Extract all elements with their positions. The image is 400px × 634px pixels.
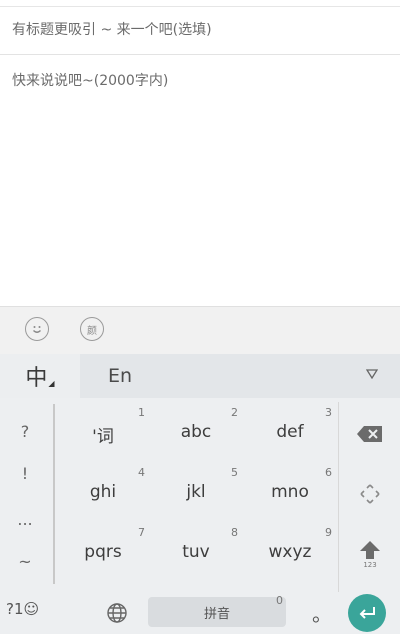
expression-icon[interactable]: 颜 xyxy=(80,317,104,341)
title-input[interactable] xyxy=(0,7,400,53)
period-key[interactable]: 。 xyxy=(312,598,332,627)
key-label: abc xyxy=(180,422,212,442)
space-number: 0 xyxy=(276,594,283,607)
shift-icon[interactable]: 123 xyxy=(339,524,400,584)
key-label: tuv xyxy=(182,542,210,562)
lang-cn-label: 中 xyxy=(25,366,48,391)
key-label: '词 xyxy=(92,427,114,447)
keyboard-top-bar: 中 ◢ En xyxy=(0,354,400,398)
key-number: 6 xyxy=(325,466,332,479)
symbol-tilde[interactable]: ~ xyxy=(0,552,50,571)
lang-cn-corner: ◢ xyxy=(48,378,55,388)
symbol-question[interactable]: ? xyxy=(0,422,50,441)
ime-keyboard: 中 ◢ En ? ! ... ~ '词 1 abc 2 def 3 ghi 4 j… xyxy=(0,354,400,634)
key-number: 9 xyxy=(325,526,332,539)
key-4[interactable]: ghi 4 xyxy=(55,464,151,524)
key-label: ghi xyxy=(89,482,117,502)
shift-sub-label: 123 xyxy=(363,560,377,569)
expression-label: 颜 xyxy=(87,325,97,337)
keyboard-bottom-row: ?1☺ 拼音 0 。 xyxy=(0,592,400,634)
key-number: 1 xyxy=(138,406,145,419)
key-number: 7 xyxy=(138,526,145,539)
key-3[interactable]: def 3 xyxy=(242,404,338,464)
key-1[interactable]: '词 1 xyxy=(55,404,151,464)
space-label: 拼音 xyxy=(203,606,230,622)
symbol-exclaim[interactable]: ! xyxy=(0,464,50,483)
triangle-down-icon[interactable] xyxy=(365,368,379,382)
space-key[interactable]: 拼音 xyxy=(148,597,286,627)
symbol-ellipsis[interactable]: ... xyxy=(0,510,50,529)
symbol-column: ? ! ... ~ xyxy=(0,402,52,592)
key-7[interactable]: pqrs 7 xyxy=(55,524,151,584)
key-label: mno xyxy=(271,482,309,502)
lang-english-button[interactable]: En xyxy=(108,354,132,398)
key-2[interactable]: abc 2 xyxy=(148,404,244,464)
cursor-move-icon[interactable] xyxy=(339,464,400,524)
globe-icon[interactable] xyxy=(106,602,128,628)
key-number: 4 xyxy=(138,466,145,479)
smiley-icon[interactable] xyxy=(25,317,49,341)
content-input[interactable] xyxy=(0,58,400,298)
key-label: pqrs xyxy=(84,542,122,562)
key-number: 2 xyxy=(231,406,238,419)
lang-en-label: En xyxy=(108,365,133,387)
emoji-toolbar: 颜 xyxy=(0,306,400,354)
key-number: 3 xyxy=(325,406,332,419)
key-label: jkl xyxy=(186,482,206,502)
symbols-switch-button[interactable]: ?1☺ xyxy=(6,600,39,618)
key-number: 5 xyxy=(231,466,238,479)
key-number: 8 xyxy=(231,526,238,539)
key-8[interactable]: tuv 8 xyxy=(148,524,244,584)
backspace-icon[interactable] xyxy=(339,404,400,464)
key-label: def xyxy=(276,422,304,442)
key-6[interactable]: mno 6 xyxy=(242,464,338,524)
key-label: wxyz xyxy=(268,542,312,562)
compose-area xyxy=(0,0,400,306)
title-divider xyxy=(0,54,400,55)
lang-chinese-button[interactable]: 中 ◢ xyxy=(0,354,80,398)
key-9[interactable]: wxyz 9 xyxy=(242,524,338,584)
key-5[interactable]: jkl 5 xyxy=(148,464,244,524)
function-column: 123 xyxy=(338,402,400,592)
enter-icon[interactable] xyxy=(348,594,386,632)
